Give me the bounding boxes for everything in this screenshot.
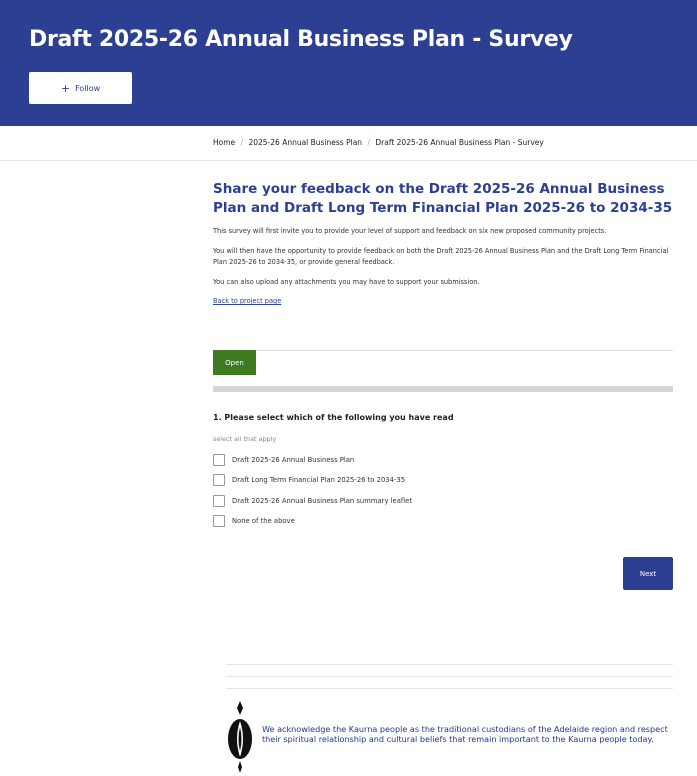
acknowledgement-section: We acknowledge the Kaurna people as the …	[226, 699, 686, 776]
option-label: Draft 2025-26 Annual Business Plan	[232, 455, 355, 464]
acknowledgement-text: We acknowledge the Kaurna people as the …	[262, 724, 668, 744]
footer-divider	[226, 676, 673, 677]
footer-divider	[226, 664, 673, 665]
option-summary-leaflet[interactable]: Draft 2025-26 Annual Business Plan summa…	[213, 494, 412, 507]
checkbox-group: Draft 2025-26 Annual Business Plan Draft…	[213, 453, 412, 535]
intro-heading: Share your feedback on the Draft 2025-26…	[213, 181, 673, 216]
option-annual-business-plan[interactable]: Draft 2025-26 Annual Business Plan	[213, 453, 412, 466]
breadcrumb-home[interactable]: Home	[213, 138, 235, 147]
checkbox[interactable]	[213, 494, 225, 507]
checkbox[interactable]	[213, 453, 225, 466]
status-divider	[213, 350, 673, 351]
follow-button[interactable]: + Follow	[29, 72, 132, 104]
breadcrumb-current: Draft 2025-26 Annual Business Plan - Sur…	[375, 138, 544, 147]
status-badge: Open	[213, 350, 256, 375]
survey-progress-bar	[213, 386, 673, 392]
intro-section: Share your feedback on the Draft 2025-26…	[213, 180, 675, 307]
question-hint: select all that apply	[213, 435, 277, 443]
breadcrumb-annual-business-plan[interactable]: 2025-26 Annual Business Plan	[248, 138, 362, 147]
kaurna-shield-icon	[228, 701, 252, 773]
footer-divider	[226, 688, 673, 689]
intro-paragraph: This survey will first invite you to pro…	[213, 227, 607, 235]
back-to-project-link[interactable]: Back to project page	[213, 297, 281, 305]
option-long-term-financial-plan[interactable]: Draft Long Term Financial Plan 2025-26 t…	[213, 474, 412, 487]
option-label: Draft Long Term Financial Plan 2025-26 t…	[232, 476, 406, 484]
intro-paragraph: You will then have the opportunity to pr…	[213, 247, 669, 266]
breadcrumb-separator: /	[240, 138, 244, 147]
checkbox[interactable]	[213, 474, 225, 486]
intro-paragraph: You can also upload any attachments you …	[213, 278, 480, 286]
checkbox[interactable]	[213, 515, 225, 527]
question-label: 1. Please select which of the following …	[213, 413, 454, 422]
option-label: None of the above	[232, 517, 295, 525]
breadcrumb-separator: /	[367, 138, 370, 147]
breadcrumb: Home / 2025-26 Annual Business Plan / Dr…	[213, 138, 544, 147]
next-button[interactable]: Next	[623, 557, 673, 590]
breadcrumb-divider	[0, 160, 697, 161]
option-none-of-the-above[interactable]: None of the above	[213, 515, 412, 528]
page-title: Draft 2025-26 Annual Business Plan - Sur…	[29, 27, 573, 52]
option-label: Draft 2025-26 Annual Business Plan summa…	[232, 496, 412, 505]
plus-icon: +	[60, 81, 71, 95]
page-header: Draft 2025-26 Annual Business Plan - Sur…	[0, 0, 697, 126]
follow-label: Follow	[75, 83, 101, 93]
